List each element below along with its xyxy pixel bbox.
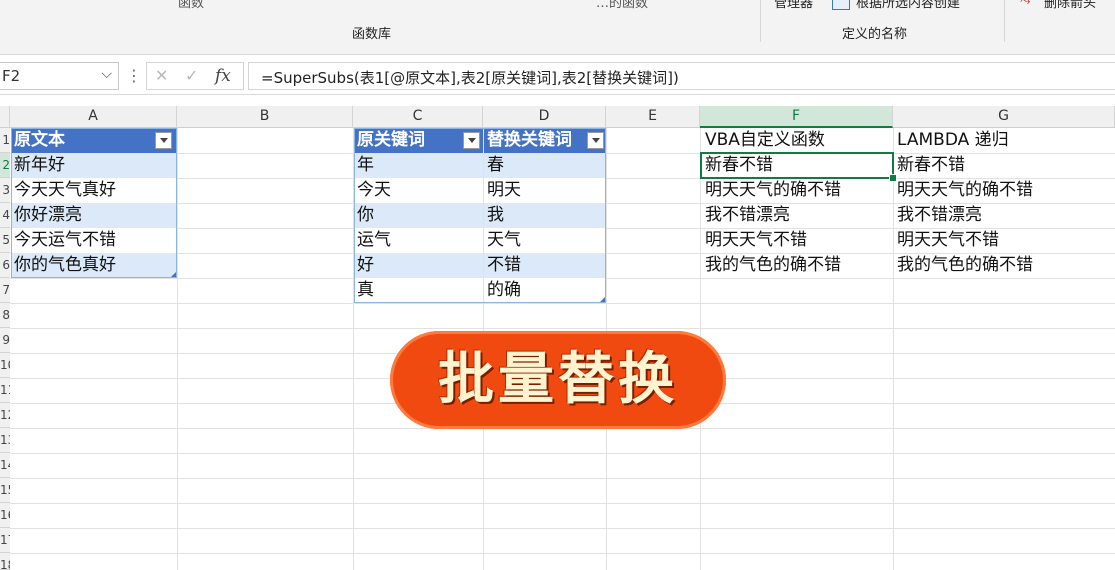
ribbon-fragment-functions[interactable]: 函数: [178, 0, 204, 11]
table2-replace-cell[interactable]: 我: [484, 203, 606, 228]
column-g-cell[interactable]: 我不错漂亮: [894, 203, 1114, 228]
ribbon-name-manager[interactable]: 管理器: [774, 0, 813, 11]
confirm-icon[interactable]: ✓: [185, 66, 198, 85]
formula-input[interactable]: =SuperSubs(表1[@原文本],表2[原关键词],表2[替换关键词]): [248, 62, 1115, 90]
row-header[interactable]: 10: [0, 353, 10, 378]
table1-cell[interactable]: 今天天气真好: [11, 178, 177, 203]
row-header[interactable]: 6: [0, 253, 10, 278]
column-f-cell[interactable]: 我的气色的确不错: [702, 253, 892, 278]
name-box-value: F2: [2, 67, 21, 85]
row-header[interactable]: 8: [0, 303, 10, 328]
cancel-icon[interactable]: ✕: [155, 66, 168, 85]
column-header-a[interactable]: A: [10, 106, 177, 128]
row-header[interactable]: 5: [0, 228, 10, 253]
ribbon-create-from-selection[interactable]: 根据所选内容创建: [856, 0, 960, 11]
column-g-cell[interactable]: 我的气色的确不错: [894, 253, 1114, 278]
insert-function-icon[interactable]: fx: [215, 66, 231, 86]
gridline: [10, 528, 1115, 529]
name-box[interactable]: F2 ⌵: [0, 62, 119, 90]
table1-cell[interactable]: 你好漂亮: [11, 203, 177, 228]
fill-handle[interactable]: [889, 174, 897, 182]
row-header[interactable]: 13: [0, 428, 10, 453]
more-options-icon[interactable]: ⋮: [126, 66, 142, 85]
row-header[interactable]: 2: [0, 153, 10, 178]
formula-buttons: ✕ ✓ fx: [146, 62, 244, 90]
table1-cell[interactable]: 今天运气不错: [11, 228, 177, 253]
overlay-title-badge: 批量替换: [390, 331, 726, 429]
group-label-function-library: 函数库: [352, 27, 392, 42]
table1-cell[interactable]: 新年好: [11, 153, 177, 178]
table2-keyword-cell[interactable]: 好: [354, 253, 483, 278]
table2-keyword-cell[interactable]: 运气: [354, 228, 483, 253]
table2-replace-cell[interactable]: 天气: [484, 228, 606, 253]
active-cell-selection[interactable]: [700, 152, 894, 179]
row-header[interactable]: 11: [0, 378, 10, 403]
table2-replace-cell[interactable]: 春: [484, 153, 606, 178]
gridline: [10, 478, 1115, 479]
chevron-down-icon[interactable]: ⌵: [101, 66, 112, 82]
column-header-b[interactable]: B: [177, 106, 353, 128]
column-header-g[interactable]: G: [893, 106, 1115, 128]
column-header-d[interactable]: D: [483, 106, 606, 128]
row-header[interactable]: 4: [0, 203, 10, 228]
table-resize-handle[interactable]: [600, 297, 605, 302]
gridline: [10, 328, 1115, 329]
gridline: [10, 553, 1115, 554]
column-g-cell[interactable]: 新春不错: [894, 153, 1114, 178]
table1-cell[interactable]: 你的气色真好: [11, 253, 177, 278]
row-header[interactable]: 12: [0, 403, 10, 428]
filter-dropdown-icon[interactable]: [587, 132, 604, 149]
row-header[interactable]: 7: [0, 278, 10, 303]
ribbon-separator: [760, 0, 761, 42]
remove-arrows-icon: ⤳: [1020, 0, 1031, 9]
column-f-header-cell[interactable]: VBA自定义函数: [702, 128, 892, 153]
table2-keyword-cell[interactable]: 真: [354, 278, 483, 303]
column-f-cell[interactable]: 我不错漂亮: [702, 203, 892, 228]
table2-replace-cell[interactable]: 明天: [484, 178, 606, 203]
row-header[interactable]: 18: [0, 553, 10, 570]
table2-keyword-cell[interactable]: 你: [354, 203, 483, 228]
column-g-cell[interactable]: 明天天气的确不错: [894, 178, 1114, 203]
gridline: [10, 303, 1115, 304]
overlay-title: 批量替换: [438, 347, 678, 412]
row-header[interactable]: 14: [0, 453, 10, 478]
formula-bar: F2 ⌵ ⋮ ✕ ✓ fx =SuperSubs(表1[@原文本],表2[原关键…: [0, 56, 1115, 95]
row-header[interactable]: 17: [0, 528, 10, 553]
column-g-header-cell[interactable]: LAMBDA 递归: [894, 128, 1114, 153]
column-header-f[interactable]: F: [700, 106, 893, 128]
ribbon-separator: [1004, 0, 1005, 42]
gridline: [10, 453, 1115, 454]
table2-replace-cell[interactable]: 的确: [484, 278, 606, 303]
column-g-cell[interactable]: 明天天气不错: [894, 228, 1114, 253]
row-header[interactable]: 3: [0, 178, 10, 203]
ribbon-remove-arrows[interactable]: 删除箭头: [1044, 0, 1096, 11]
column-f-cell[interactable]: 明天天气不错: [702, 228, 892, 253]
column-f-cell[interactable]: 明天天气的确不错: [702, 178, 892, 203]
row-header[interactable]: 15: [0, 478, 10, 503]
row-header[interactable]: 9: [0, 328, 10, 353]
row-header[interactable]: 1: [0, 128, 10, 153]
table-resize-handle[interactable]: [171, 272, 176, 277]
gridline: [10, 503, 1115, 504]
create-from-selection-icon: [832, 0, 850, 10]
row-header-corner[interactable]: [0, 106, 10, 128]
group-label-defined-names: 定义的名称: [842, 27, 908, 42]
table2-keyword-cell[interactable]: 年: [354, 153, 483, 178]
column-header-e[interactable]: E: [606, 106, 700, 128]
ribbon: 函数 …的函数 管理器 根据所选内容创建 ⤳ 删除箭头 函数库 定义的名称: [0, 0, 1115, 55]
table1-header[interactable]: 原文本: [11, 128, 177, 153]
table2-replace-cell[interactable]: 不错: [484, 253, 606, 278]
filter-dropdown-icon[interactable]: [463, 132, 480, 149]
filter-dropdown-icon[interactable]: [155, 132, 172, 149]
ribbon-fragment-more-functions[interactable]: …的函数: [596, 0, 648, 11]
table2-keyword-cell[interactable]: 今天: [354, 178, 483, 203]
formula-text: =SuperSubs(表1[@原文本],表2[原关键词],表2[替换关键词]): [261, 69, 679, 87]
row-header[interactable]: 16: [0, 503, 10, 528]
column-header-c[interactable]: C: [353, 106, 483, 128]
